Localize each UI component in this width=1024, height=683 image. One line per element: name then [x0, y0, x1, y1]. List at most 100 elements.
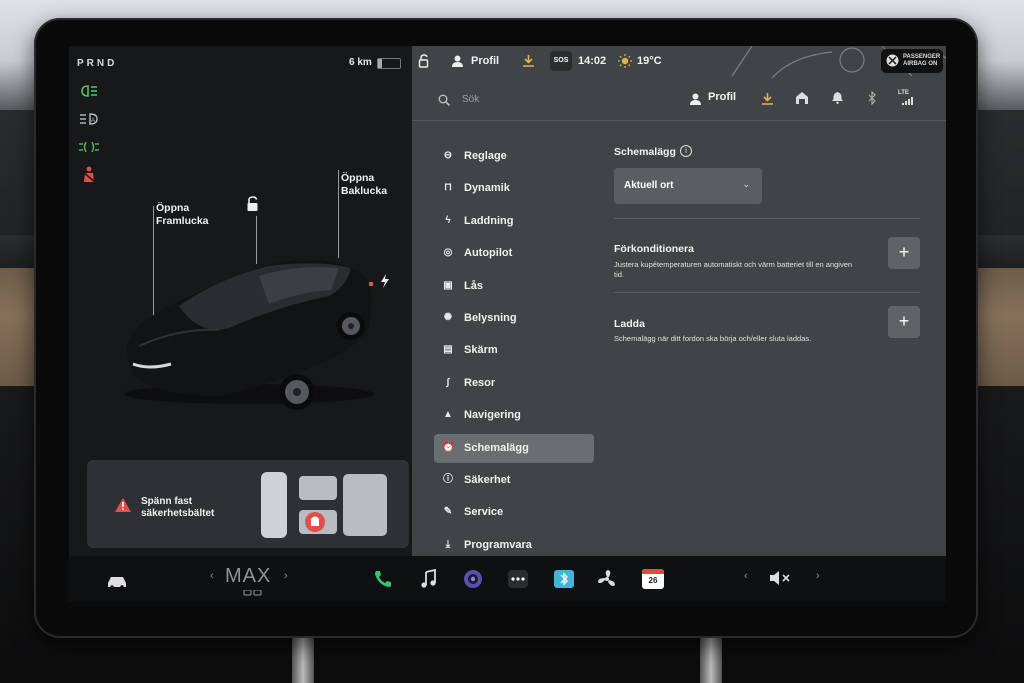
search-icon [438, 94, 450, 106]
software-update-icon[interactable] [762, 93, 773, 105]
navigation-icon: ▲ [443, 409, 453, 421]
menu-item-navigering[interactable]: ▲ Navigering [434, 401, 594, 430]
menu-item-service[interactable]: ✎ Service [434, 498, 594, 527]
unlock-icon[interactable] [246, 196, 260, 212]
sun-icon: ✺ [443, 311, 453, 323]
menu-item-label: Lås [464, 279, 483, 292]
bolt-icon: ϟ [445, 214, 451, 226]
settings-top-bar: Sök Profil LTE [412, 82, 946, 121]
menu-item-label: Autopilot [464, 247, 513, 260]
headlight-icon [81, 85, 97, 97]
phone-icon[interactable] [372, 569, 394, 589]
seat-map [261, 472, 387, 538]
fan-speed[interactable]: MAX [225, 565, 271, 588]
seat-heater-icon[interactable] [243, 590, 263, 596]
charge-port-icon[interactable] [380, 274, 390, 288]
charge-description: Schemalägg när ditt fordon ska börja och… [614, 334, 812, 343]
menu-item-label: Laddning [464, 214, 514, 227]
lock-icon: ▣ [443, 279, 453, 291]
airbag-icon [886, 54, 899, 67]
passenger-airbag-indicator: PASSENGER AIRBAG ON [881, 49, 943, 73]
car-icon[interactable] [106, 572, 128, 592]
menu-item-reglage[interactable]: ⊖ Reglage [434, 142, 594, 171]
menu-item-label: Säkerhet [464, 473, 511, 486]
sos-button[interactable]: SOS [550, 51, 572, 71]
calendar-icon[interactable]: 26 [642, 569, 664, 589]
profile-button[interactable]: Profil [471, 55, 499, 67]
seatbelt-alert-text: Spänn fast säkerhetsbältet [141, 496, 214, 520]
car-icon: ⊓ [444, 182, 452, 194]
menu-item-label: Resor [464, 376, 496, 389]
menu-item-skärm[interactable]: ▤ Skärm [434, 336, 594, 365]
front-trunk-button[interactable]: Öppna Framlucka [156, 202, 209, 228]
bluetooth-app-icon[interactable] [553, 569, 575, 589]
rear-trunk-leader [338, 170, 339, 258]
unlock-status-icon[interactable] [418, 54, 430, 68]
info-icon: ⓘ [443, 473, 453, 485]
music-icon[interactable] [418, 569, 440, 589]
auto-highbeam-icon: A [80, 113, 98, 125]
warning-icon [115, 498, 131, 512]
volume-up-button[interactable]: › [816, 570, 820, 582]
network-type: LTE [898, 90, 909, 96]
toggle-icon: ⊖ [443, 150, 453, 161]
battery-icon [377, 58, 401, 69]
download-icon[interactable] [523, 55, 534, 67]
volume-down-button[interactable]: ‹ [744, 570, 748, 582]
menu-item-säkerhet[interactable]: ⓘ Säkerhet [434, 466, 594, 495]
seatbelt-warning-icon [82, 166, 96, 183]
info-icon[interactable]: i [680, 145, 692, 157]
divider [614, 292, 920, 293]
calendar-day: 26 [648, 576, 658, 585]
garage-icon[interactable] [796, 92, 808, 104]
charge-title: Ladda [614, 318, 645, 330]
outside-temperature: 19°C [637, 55, 662, 67]
profile-icon [452, 55, 463, 67]
menu-item-schemalägg[interactable]: ⏰ Schemalägg [434, 433, 594, 463]
search-input[interactable]: Sök [462, 94, 479, 105]
menu-item-dynamik[interactable]: ⊓ Dynamik [434, 174, 594, 203]
steering-wheel-icon: ◎ [443, 247, 453, 259]
status-bar: Profil SOS 14:02 19°C PASSENGER AIRBAG O… [412, 46, 946, 76]
svg-text:A: A [91, 118, 95, 124]
add-precondition-button[interactable]: + [888, 237, 920, 269]
parking-lights-icon [79, 141, 99, 153]
fan-decrease-button[interactable]: ‹ [210, 570, 214, 582]
profile-icon-2 [690, 93, 701, 105]
divider [614, 218, 920, 219]
menu-item-label: Reglage [464, 150, 507, 162]
fan-icon[interactable] [596, 569, 618, 589]
menu-item-resor[interactable]: ∫ Resor [434, 369, 594, 398]
display-icon: ▤ [443, 344, 453, 356]
menu-item-autopilot[interactable]: ◎ Autopilot [434, 239, 594, 268]
menu-item-lås[interactable]: ▣ Lås [434, 272, 594, 301]
location-dropdown[interactable]: Aktuell ort ⌄ [614, 168, 762, 204]
vehicle-panel: PRND 6 km A Öppna Framlucka Öppna Bakluc… [69, 46, 412, 556]
chevron-down-icon: ⌄ [742, 179, 750, 189]
car-image [124, 260, 374, 410]
more-icon[interactable] [507, 569, 529, 589]
trip-icon: ∫ [446, 376, 450, 388]
menu-item-label: Belysning [464, 311, 517, 324]
notification-bell-icon[interactable] [832, 92, 843, 104]
camera-icon[interactable] [462, 569, 484, 589]
rear-trunk-button[interactable]: Öppna Baklucka [341, 172, 387, 198]
menu-item-belysning[interactable]: ✺ Belysning [434, 304, 594, 333]
menu-item-label: Schemalägg [464, 441, 529, 454]
fan-increase-button[interactable]: › [284, 570, 288, 582]
settings-menu: ⊖ Reglage ⊓ Dynamik ϟ Laddning ◎ Autopilot ▣ Lås ✺… [434, 142, 594, 563]
mute-icon[interactable] [769, 570, 791, 586]
profile-button-2[interactable]: Profil [708, 91, 736, 103]
menu-item-label: Navigering [464, 409, 521, 422]
add-charge-schedule-button[interactable]: + [888, 306, 920, 338]
schedule-title: Schemalägg [614, 146, 676, 158]
bluetooth-icon[interactable] [868, 91, 876, 105]
menu-item-label: Service [464, 506, 504, 519]
seatbelt-alert: Spänn fast säkerhetsbältet [87, 460, 409, 548]
airbag-label-2: AIRBAG ON [903, 61, 938, 67]
rear-trunk-label-2: Baklucka [341, 185, 388, 197]
bottom-dock: ‹ MAX › 26 ‹ › [69, 556, 946, 602]
gear-indicator: PRND [77, 58, 118, 69]
download-icon: ⤓ [445, 538, 451, 550]
menu-item-laddning[interactable]: ϟ Laddning [434, 207, 594, 236]
